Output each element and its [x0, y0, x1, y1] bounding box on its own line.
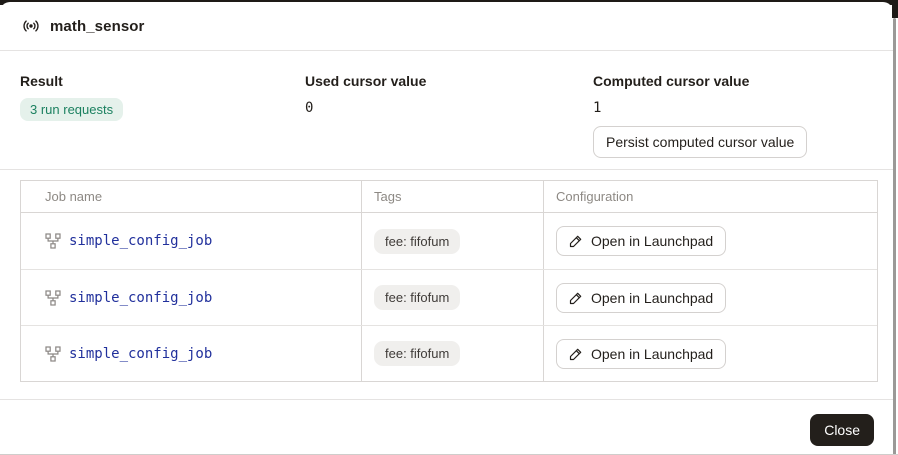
table-row: simple_config_job fee: fifofum Open in L… [21, 325, 877, 381]
open-in-launchpad-label: Open in Launchpad [591, 233, 713, 249]
dialog-footer: Close [0, 400, 893, 446]
job-name-text: simple_config_job [69, 346, 212, 362]
tag-pill: fee: fifofum [374, 285, 460, 310]
job-name-text: simple_config_job [69, 233, 212, 249]
tags-cell: fee: fifofum [361, 270, 543, 325]
job-icon [45, 290, 61, 306]
scrollbar[interactable] [893, 18, 896, 455]
sensor-icon [22, 17, 40, 35]
used-cursor-value: 0 [305, 98, 593, 116]
configuration-cell: Open in Launchpad [543, 326, 877, 381]
sensor-evaluation-dialog: math_sensor Result 3 run requests Used c… [0, 2, 893, 455]
column-header-configuration: Configuration [543, 181, 877, 212]
job-name-cell: simple_config_job [21, 270, 361, 325]
used-cursor-label: Used cursor value [305, 73, 593, 89]
job-icon [45, 233, 61, 249]
dialog-header: math_sensor [0, 2, 893, 51]
job-name-cell: simple_config_job [21, 213, 361, 269]
job-icon [45, 346, 61, 362]
run-requests-table: Job name Tags Configuration si [20, 180, 878, 382]
configuration-cell: Open in Launchpad [543, 270, 877, 325]
screen: math_sensor Result 3 run requests Used c… [0, 0, 898, 455]
job-name-link[interactable]: simple_config_job [45, 233, 212, 249]
section-divider [0, 169, 893, 170]
open-in-launchpad-label: Open in Launchpad [591, 290, 713, 306]
computed-cursor-column: Computed cursor value 1 Persist computed… [593, 73, 873, 158]
column-header-tags: Tags [361, 181, 543, 212]
close-button[interactable]: Close [810, 414, 874, 446]
persist-cursor-button[interactable]: Persist computed cursor value [593, 126, 807, 158]
open-in-launchpad-button[interactable]: Open in Launchpad [556, 226, 726, 256]
evaluation-summary: Result 3 run requests Used cursor value … [0, 51, 893, 158]
job-name-cell: simple_config_job [21, 326, 361, 381]
tag-pill: fee: fifofum [374, 341, 460, 366]
persist-cursor-label: Persist computed cursor value [606, 134, 794, 150]
table-row: simple_config_job fee: fifofum Open in L… [21, 213, 877, 269]
used-cursor-column: Used cursor value 0 [305, 73, 593, 158]
open-in-launchpad-label: Open in Launchpad [591, 346, 713, 362]
tag-pill: fee: fifofum [374, 229, 460, 254]
window-corner-edge [892, 0, 898, 18]
open-in-launchpad-button[interactable]: Open in Launchpad [556, 283, 726, 313]
configuration-cell: Open in Launchpad [543, 213, 877, 269]
column-header-job-name: Job name [21, 181, 361, 212]
computed-cursor-label: Computed cursor value [593, 73, 873, 89]
job-name-link[interactable]: simple_config_job [45, 290, 212, 306]
pencil-icon [569, 347, 583, 361]
dialog-title: math_sensor [50, 18, 144, 35]
table-row: simple_config_job fee: fifofum Open in L… [21, 269, 877, 325]
tags-cell: fee: fifofum [361, 326, 543, 381]
pencil-icon [569, 234, 583, 248]
tags-cell: fee: fifofum [361, 213, 543, 269]
computed-cursor-value: 1 [593, 98, 873, 116]
table-header-row: Job name Tags Configuration [21, 181, 877, 213]
run-requests-badge: 3 run requests [20, 98, 123, 121]
pencil-icon [569, 291, 583, 305]
open-in-launchpad-button[interactable]: Open in Launchpad [556, 339, 726, 369]
job-name-text: simple_config_job [69, 290, 212, 306]
job-name-link[interactable]: simple_config_job [45, 346, 212, 362]
result-column: Result 3 run requests [20, 73, 305, 158]
result-label: Result [20, 73, 305, 89]
